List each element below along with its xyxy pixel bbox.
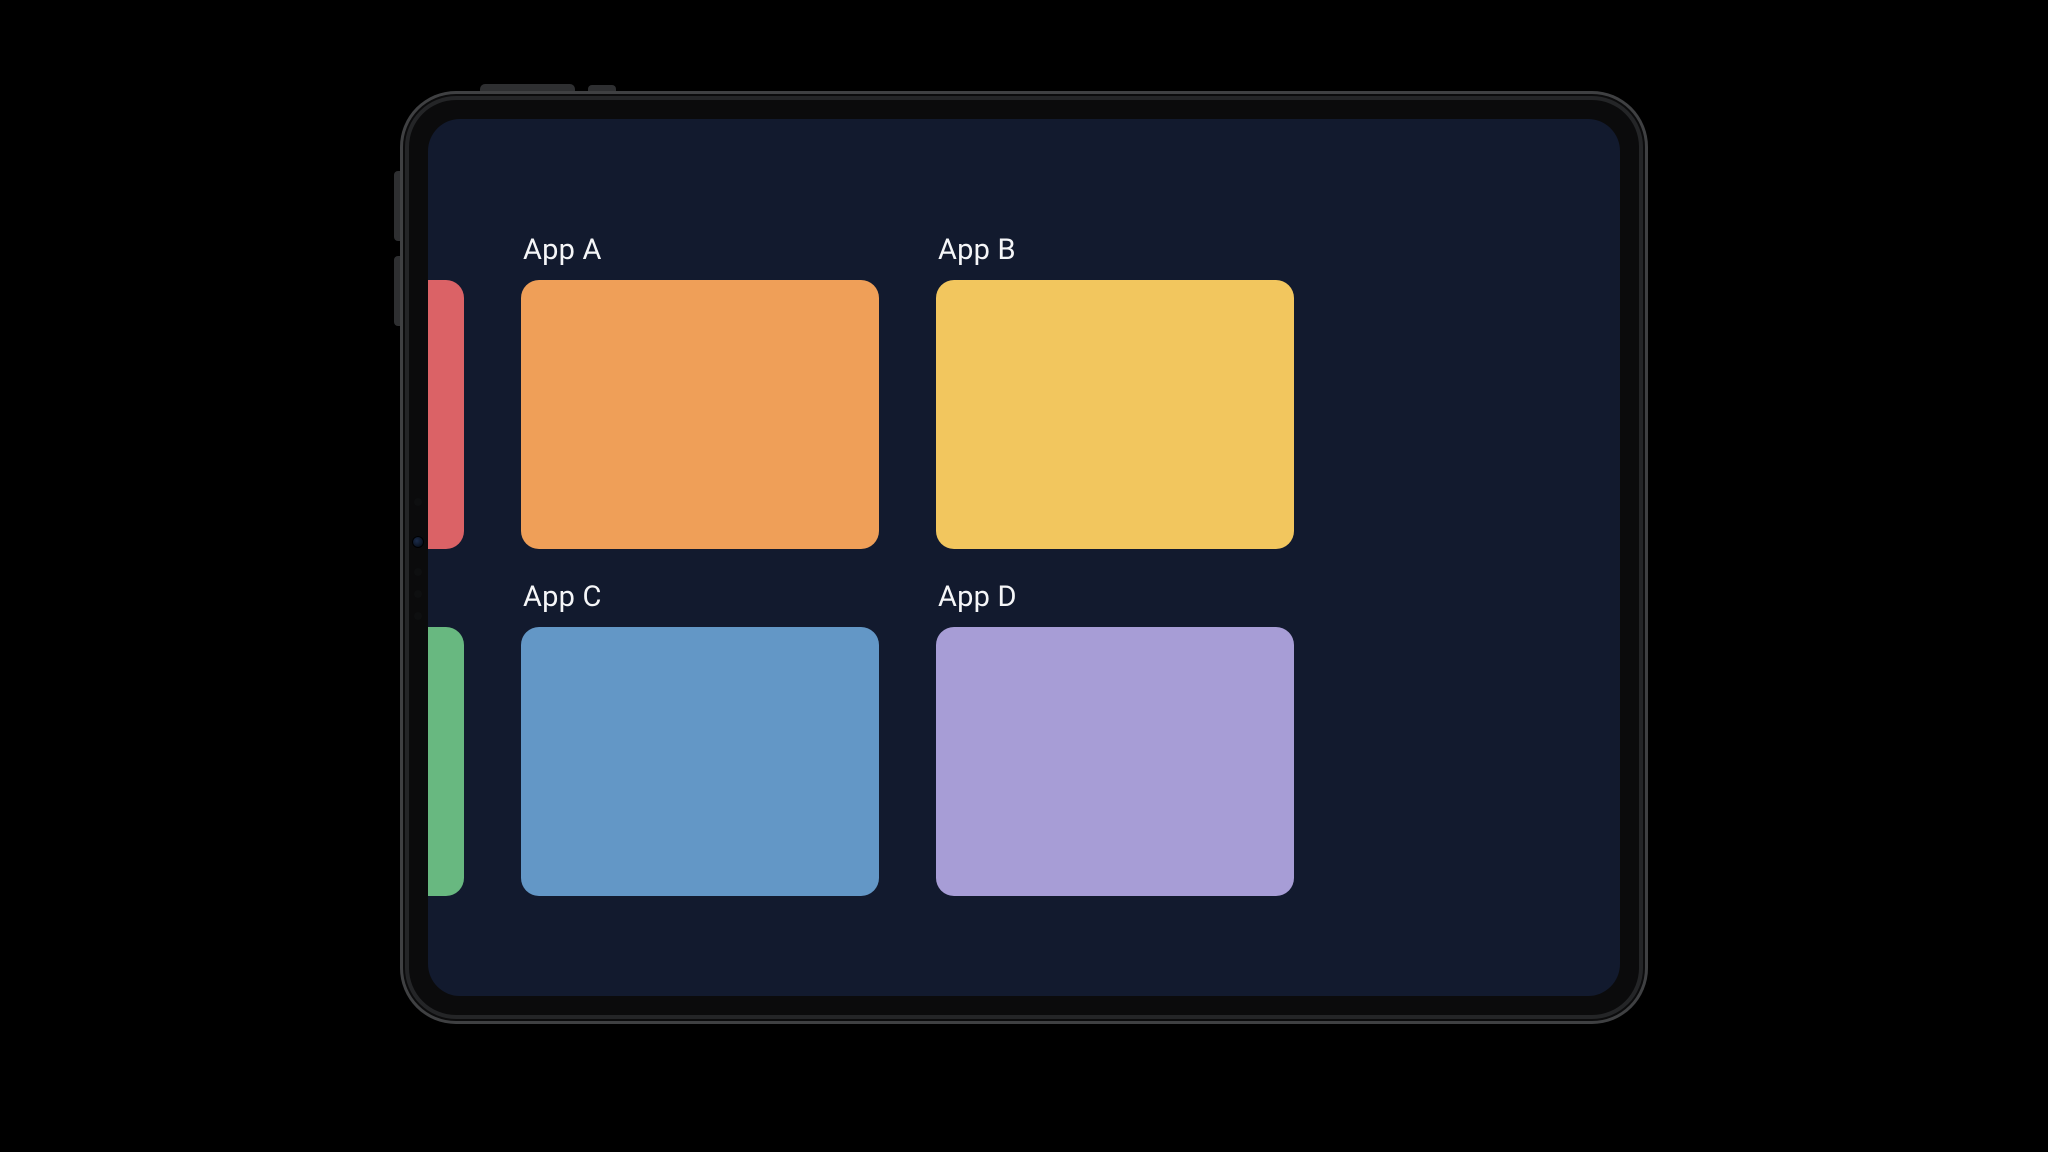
app-card-green[interactable] [428,627,464,896]
app-card-label: App C [521,581,879,627]
app-card-app-c[interactable] [521,627,879,896]
app-card-red[interactable] [428,280,464,549]
app-card-label: App A [521,234,879,280]
sleep-button [480,84,575,91]
top-button [588,85,616,91]
app-card-label: App B [936,234,1294,280]
ipad-device-frame: App A App C App B App D [400,91,1648,1024]
app-card-label: App D [936,581,1294,627]
volume-up-button [394,171,400,241]
app-card-app-a[interactable] [521,280,879,549]
app-card-app-d[interactable] [936,627,1294,896]
camera-cluster [412,498,424,618]
app-card-app-b[interactable] [936,280,1294,549]
volume-down-button [394,256,400,326]
front-camera-icon [412,536,424,548]
ipad-screen: App A App C App B App D [428,119,1620,996]
app-switcher-strip[interactable]: App A App C App B App D [428,234,1294,896]
